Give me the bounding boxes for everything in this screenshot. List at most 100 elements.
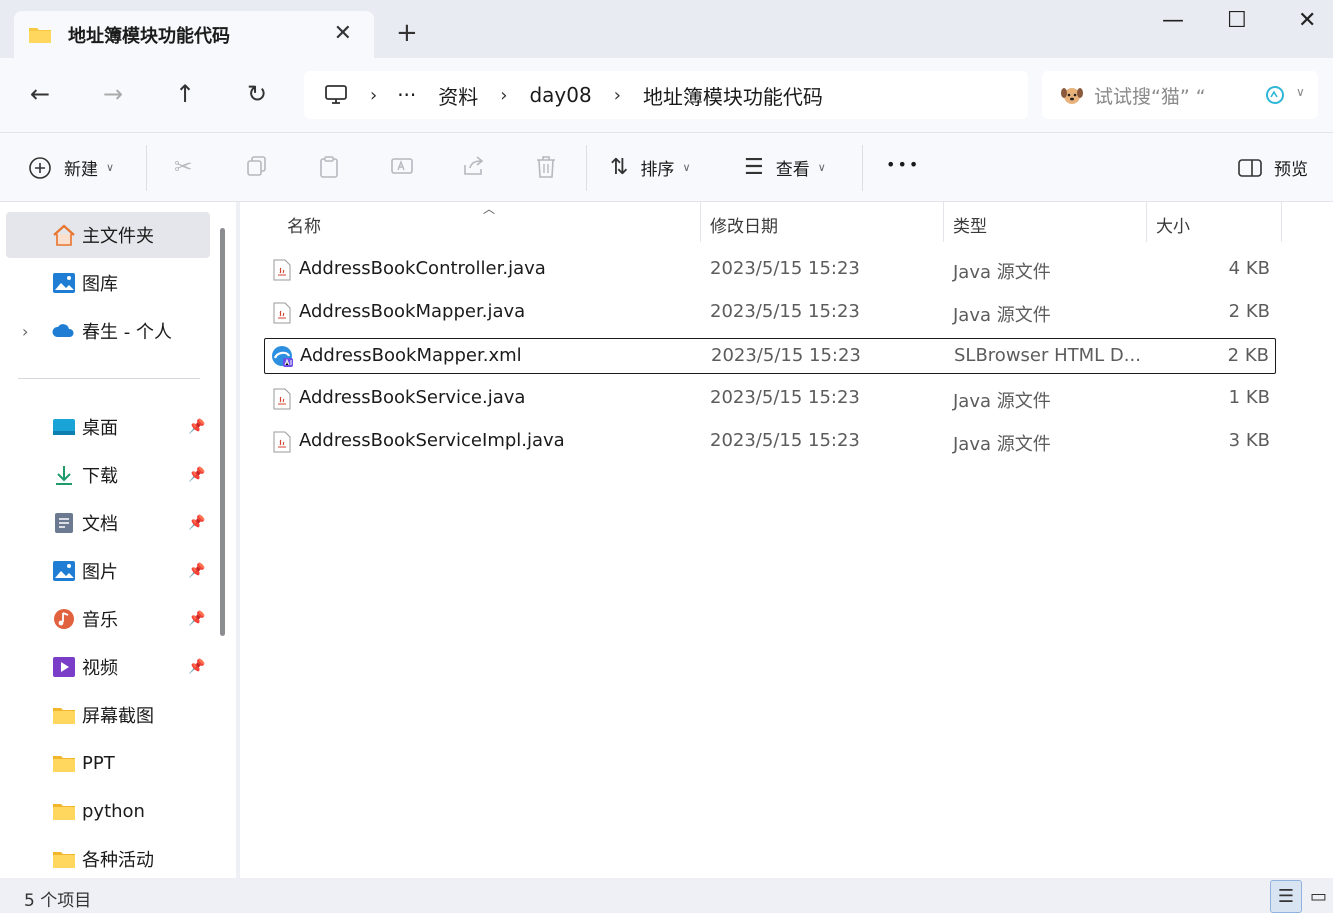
table-row[interactable]: AddressBookMapper.xml 2023/5/15 15:23 SL… [264,338,1276,374]
column-header-size[interactable]: 大小 [1156,212,1190,237]
breadcrumb-segment[interactable]: 资料 [438,81,478,110]
refresh-button[interactable]: ↻ [247,80,267,108]
sidebar-scrollbar[interactable] [220,228,225,636]
navigation-pane: 主文件夹 图库 › 春生 - 个人 桌面 📌 下载 📌 文档 📌 图片 📌 音乐… [0,202,236,878]
column-header-date[interactable]: 修改日期 [710,212,778,237]
new-tab-button[interactable]: + [396,18,418,48]
file-name: AddressBookService.java [299,387,526,408]
sort-button[interactable]: ⇅ 排序 ∨ [610,155,691,180]
computer-icon[interactable] [324,84,348,106]
chevron-down-icon[interactable]: ∨ [1296,85,1305,99]
pin-icon[interactable]: 📌 [188,563,205,579]
preview-button[interactable]: 预览 [1238,155,1308,180]
sidebar-item-pictures[interactable]: 图片 📌 [6,548,210,594]
folder-icon [53,708,75,724]
sidebar-item-label: 春生 - 个人 [82,322,172,343]
column-divider[interactable] [700,202,701,242]
breadcrumb-chevron-icon[interactable]: › [500,85,507,106]
new-button[interactable]: 新建 ∨ [28,155,114,180]
close-window-button[interactable]: ✕ [1298,8,1316,33]
file-size: 2 KB [1228,301,1270,322]
breadcrumb-chevron-icon[interactable]: › [614,85,621,106]
chevron-down-icon: ∨ [682,161,691,174]
column-header-name[interactable]: 名称 [287,212,321,237]
cut-icon[interactable]: ✂ [174,155,192,180]
column-header-type[interactable]: 类型 [953,212,987,237]
toolbar-divider [862,145,863,191]
sidebar-item-downloads[interactable]: 下载 📌 [6,452,210,498]
breadcrumb-chevron-icon[interactable]: › [370,85,377,106]
copy-icon[interactable] [246,155,268,177]
java-file-icon [273,302,291,324]
column-divider[interactable] [1281,202,1282,242]
sidebar-item-label: 下载 [82,466,118,487]
table-row[interactable]: AddressBookService.java 2023/5/15 15:23 … [264,381,1276,417]
pin-icon[interactable]: 📌 [188,467,205,483]
delete-icon[interactable] [535,155,557,179]
close-tab-icon[interactable]: ✕ [334,21,352,46]
file-size: 1 KB [1228,387,1270,408]
pin-icon[interactable]: 📌 [188,419,205,435]
chevron-right-icon[interactable]: › [22,322,28,341]
forward-button[interactable]: → [103,80,123,108]
tab-current[interactable]: 地址簿模块功能代码 ✕ [14,11,374,58]
share-icon[interactable] [462,155,486,177]
minimize-button[interactable]: — [1162,8,1184,33]
toolbar-divider [586,145,587,191]
sidebar-item-label: 图片 [82,562,118,583]
sidebar-item-screenshots[interactable]: 屏幕截图 [6,692,210,738]
rename-icon[interactable] [390,155,414,177]
file-date: 2023/5/15 15:23 [710,430,860,451]
table-row[interactable]: AddressBookServiceImpl.java 2023/5/15 15… [264,424,1276,460]
file-size: 2 KB [1227,345,1269,366]
file-type: Java 源文件 [953,262,1051,283]
sidebar-item-music[interactable]: 音乐 📌 [6,596,210,642]
breadcrumb-more[interactable]: ··· [397,83,416,107]
table-row[interactable]: AddressBookMapper.java 2023/5/15 15:23 J… [264,295,1276,331]
tiles-view-button[interactable]: ▭ [1304,880,1333,913]
sidebar-item-python[interactable]: python [6,788,210,834]
sidebar-item-onedrive[interactable]: › 春生 - 个人 [6,308,210,354]
folder-icon [29,27,51,43]
maximize-button[interactable]: ☐ [1227,8,1247,33]
paste-icon[interactable] [318,155,340,179]
sidebar-item-label: python [82,800,145,822]
sidebar-item-desktop[interactable]: 桌面 📌 [6,404,210,450]
preview-label: 预览 [1274,160,1308,180]
column-divider[interactable] [1146,202,1147,242]
pin-icon[interactable]: 📌 [188,515,205,531]
pin-icon[interactable]: 📌 [188,659,205,675]
preview-pane-icon [1238,158,1262,177]
music-icon [54,609,74,629]
sidebar-item-videos[interactable]: 视频 📌 [6,644,210,690]
file-date: 2023/5/15 15:23 [710,387,860,408]
sidebar-item-gallery[interactable]: 图库 [6,260,210,306]
search-input[interactable]: 试试搜“猫” “ [1094,82,1206,109]
up-button[interactable]: ↑ [175,80,195,108]
file-type: Java 源文件 [953,305,1051,326]
file-date: 2023/5/15 15:23 [710,258,860,279]
sidebar-item-label: 屏幕截图 [82,706,154,727]
back-button[interactable]: ← [30,80,50,108]
pin-icon[interactable]: 📌 [188,611,205,627]
table-row[interactable]: AddressBookController.java 2023/5/15 15:… [264,252,1276,288]
ai-search-icon[interactable] [1264,84,1286,106]
sidebar-item-activities[interactable]: 各种活动 [6,836,210,882]
address-bar[interactable]: › ··· 资料 › day08 › 地址簿模块功能代码 [304,71,1028,119]
more-options-icon[interactable]: ••• [886,155,920,174]
sidebar-item-label: 文档 [82,514,118,535]
sidebar-item-label: 音乐 [82,610,118,631]
search-box[interactable]: 试试搜“猫” “ ∨ [1042,71,1318,119]
chevron-down-icon: ∨ [106,161,115,174]
sidebar-item-documents[interactable]: 文档 📌 [6,500,210,546]
view-button[interactable]: ☰ 查看 ∨ [744,155,826,180]
file-date: 2023/5/15 15:23 [711,345,861,366]
details-view-button[interactable]: ☰ [1270,880,1302,913]
breadcrumb-segment[interactable]: day08 [529,83,591,107]
tiles-view-icon: ▭ [1309,886,1327,907]
breadcrumb-segment[interactable]: 地址簿模块功能代码 [643,81,823,110]
sidebar-item-ppt[interactable]: PPT [6,740,210,786]
column-divider[interactable] [943,202,944,242]
file-type: Java 源文件 [953,391,1051,412]
sidebar-item-home[interactable]: 主文件夹 [6,212,210,258]
